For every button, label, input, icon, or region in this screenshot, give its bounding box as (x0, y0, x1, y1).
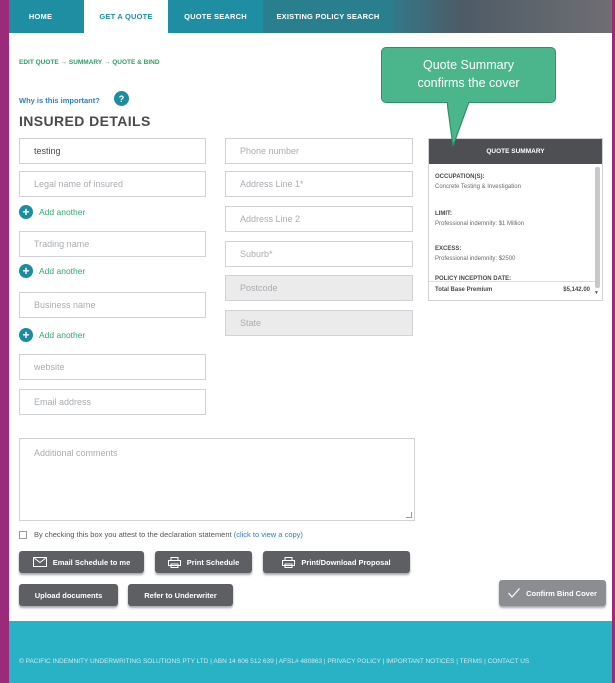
tab-existing-policy-search[interactable]: EXISTING POLICY SEARCH (263, 0, 393, 33)
top-nav: HOME GET A QUOTE QUOTE SEARCH EXISTING P… (9, 0, 612, 33)
excess-label: EXCESS: (435, 246, 462, 252)
address-line-1-field[interactable]: Address Line 1* (225, 171, 413, 197)
resize-handle[interactable] (406, 512, 412, 518)
add-another-business-name[interactable]: + Add another (19, 328, 85, 342)
section-title: INSURED DETAILS (19, 113, 151, 129)
business-name-field[interactable]: Business name (19, 292, 206, 318)
occupation-value: Concrete Testing & Investigation (435, 184, 521, 190)
confirm-bind-label: Confirm Bind Cover (526, 588, 597, 598)
add-another-label: Add another (39, 266, 86, 276)
postcode-field: Postcode (225, 275, 413, 301)
state-field: State (225, 310, 413, 336)
why-important-link[interactable]: Why is this important? (19, 96, 100, 105)
additional-comments-textarea[interactable]: Additional comments (19, 438, 415, 521)
declaration-link[interactable]: (click to view a copy) (234, 530, 303, 539)
declaration-label: By checking this box you attest to the d… (34, 530, 232, 539)
phone-field[interactable]: Phone number (225, 138, 413, 164)
premium-label: Total Base Premium (435, 287, 493, 293)
print-proposal-button[interactable]: Print/Download Proposal (263, 551, 410, 573)
plus-circle-icon: + (19, 264, 33, 278)
callout-annotation: Quote Summary confirms the cover (381, 47, 556, 103)
limit-label: LIMIT: (435, 211, 452, 217)
callout-line-1: Quote Summary (422, 58, 514, 72)
footer: © PACIFIC INDEMNITY UNDERWRITING SOLUTIO… (9, 621, 612, 683)
premium-value: $5,142.00 (563, 287, 590, 293)
add-another-label: Add another (39, 330, 86, 340)
email-schedule-label: Email Schedule to me (52, 557, 131, 567)
callout-pointer (447, 102, 470, 147)
summary-scrollbar[interactable] (595, 167, 600, 288)
plus-circle-icon: + (19, 328, 33, 342)
insured-name-field[interactable]: testing (19, 138, 206, 164)
breadcrumb-separator: → (103, 59, 111, 66)
summary-divider (429, 281, 597, 282)
callout-line-2: confirms the cover (417, 76, 520, 90)
add-another-legal-name[interactable]: + Add another (19, 205, 85, 219)
address-line-2-field[interactable]: Address Line 2 (225, 206, 413, 232)
envelope-icon (32, 557, 47, 567)
quote-summary-panel: QUOTE SUMMARY OCCUPATION(S): Concrete Te… (428, 138, 603, 301)
email-schedule-button[interactable]: Email Schedule to me (19, 551, 144, 573)
tab-home[interactable]: HOME (9, 0, 72, 33)
checkmark-icon (508, 588, 521, 598)
print-schedule-label: Print Schedule (186, 557, 240, 567)
declaration-checkbox[interactable] (19, 531, 27, 539)
breadcrumb-quote-bind: QUOTE & BIND (112, 59, 160, 66)
footer-links[interactable]: © PACIFIC INDEMNITY UNDERWRITING SOLUTIO… (19, 657, 609, 667)
scroll-down-icon[interactable]: ▼ (594, 290, 599, 296)
email-field[interactable]: Email address (19, 389, 206, 415)
legal-name-field[interactable]: Legal name of insured (19, 171, 206, 197)
confirm-bind-cover-button[interactable]: Confirm Bind Cover (499, 580, 606, 606)
plus-circle-icon: + (19, 205, 33, 219)
breadcrumb: EDIT QUOTE → SUMMARY → QUOTE & BIND (19, 59, 160, 66)
add-another-trading-name[interactable]: + Add another (19, 264, 85, 278)
excess-value: Professional indemnity: $2500 (435, 256, 516, 262)
occupation-label: OCCUPATION(S): (435, 174, 485, 180)
printer-icon (282, 556, 296, 568)
declaration-text: By checking this box you attest to the d… (34, 530, 303, 539)
page-frame: HOME GET A QUOTE QUOTE SEARCH EXISTING P… (9, 0, 612, 683)
print-proposal-label: Print/Download Proposal (301, 557, 391, 567)
website-field[interactable]: website (19, 354, 206, 380)
breadcrumb-edit-quote[interactable]: EDIT QUOTE (19, 59, 59, 66)
comments-placeholder: Additional comments (34, 448, 118, 458)
tab-get-a-quote[interactable]: GET A QUOTE (84, 0, 168, 33)
breadcrumb-summary[interactable]: SUMMARY (69, 59, 102, 66)
limit-value: Professional indemnity: $1 Million (435, 221, 525, 227)
refer-to-underwriter-button[interactable]: Refer to Underwriter (128, 584, 233, 606)
upload-documents-button[interactable]: Upload documents (19, 584, 118, 606)
breadcrumb-separator: → (60, 59, 68, 66)
tab-quote-search[interactable]: QUOTE SEARCH (171, 0, 260, 33)
suburb-field[interactable]: Suburb* (225, 241, 413, 267)
print-schedule-button[interactable]: Print Schedule (155, 551, 252, 573)
trading-name-field[interactable]: Trading name (19, 231, 206, 257)
help-icon[interactable]: ? (114, 91, 129, 106)
printer-icon (167, 556, 181, 568)
add-another-label: Add another (39, 207, 86, 217)
